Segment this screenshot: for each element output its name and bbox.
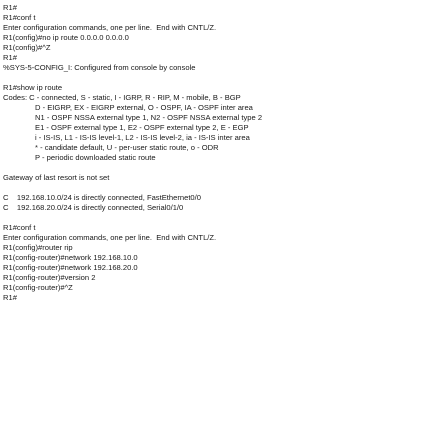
terminal-output[interactable]: R1# R1#conf t Enter configuration commands… xyxy=(3,3,419,421)
terminal-line: P - periodic downloaded static route xyxy=(35,153,156,162)
terminal-line: * - candidate default, U - per-user stat… xyxy=(35,143,219,152)
terminal-line: Gateway of last resort is not set xyxy=(3,173,110,182)
terminal-line: Codes: C - connected, S - static, I - IG… xyxy=(3,93,241,102)
terminal-line: %SYS-5-CONFIG_I: Configured from console… xyxy=(3,63,196,72)
terminal-line: R1#show ip route xyxy=(3,83,63,92)
terminal-line: R1(config-router)#network 192.168.20.0 xyxy=(3,263,138,272)
terminal-line: R1# xyxy=(3,293,17,302)
terminal-line: R1(config-router)#^Z xyxy=(3,283,73,292)
terminal-line: E1 - OSPF external type 1, E2 - OSPF ext… xyxy=(35,123,249,132)
terminal-line: R1# xyxy=(3,3,17,12)
terminal-line: R1#conf t xyxy=(3,13,36,22)
terminal-line: Enter configuration commands, one per li… xyxy=(3,23,217,32)
terminal-line: R1(config)#^Z xyxy=(3,43,51,52)
terminal-line: R1#conf t xyxy=(3,223,36,232)
terminal-line: i - IS-IS, L1 - IS-IS level-1, L2 - IS-I… xyxy=(35,133,250,142)
terminal-line: C 192.168.20.0/24 is directly connected,… xyxy=(3,203,184,212)
terminal-line: D - EIGRP, EX - EIGRP external, O - OSPF… xyxy=(35,103,253,112)
terminal-line: R1(config-router)#network 192.168.10.0 xyxy=(3,253,138,262)
terminal-line: R1(config)#router rip xyxy=(3,243,73,252)
terminal-line: Enter configuration commands, one per li… xyxy=(3,233,217,242)
terminal-line: N1 - OSPF NSSA external type 1, N2 - OSP… xyxy=(35,113,263,122)
terminal-line: C 192.168.10.0/24 is directly connected,… xyxy=(3,193,201,202)
terminal-line: R1(config)#no ip route 0.0.0.0 0.0.0.0 xyxy=(3,33,129,42)
terminal-line: R1# xyxy=(3,53,17,62)
terminal-line: R1(config-router)#version 2 xyxy=(3,273,96,282)
